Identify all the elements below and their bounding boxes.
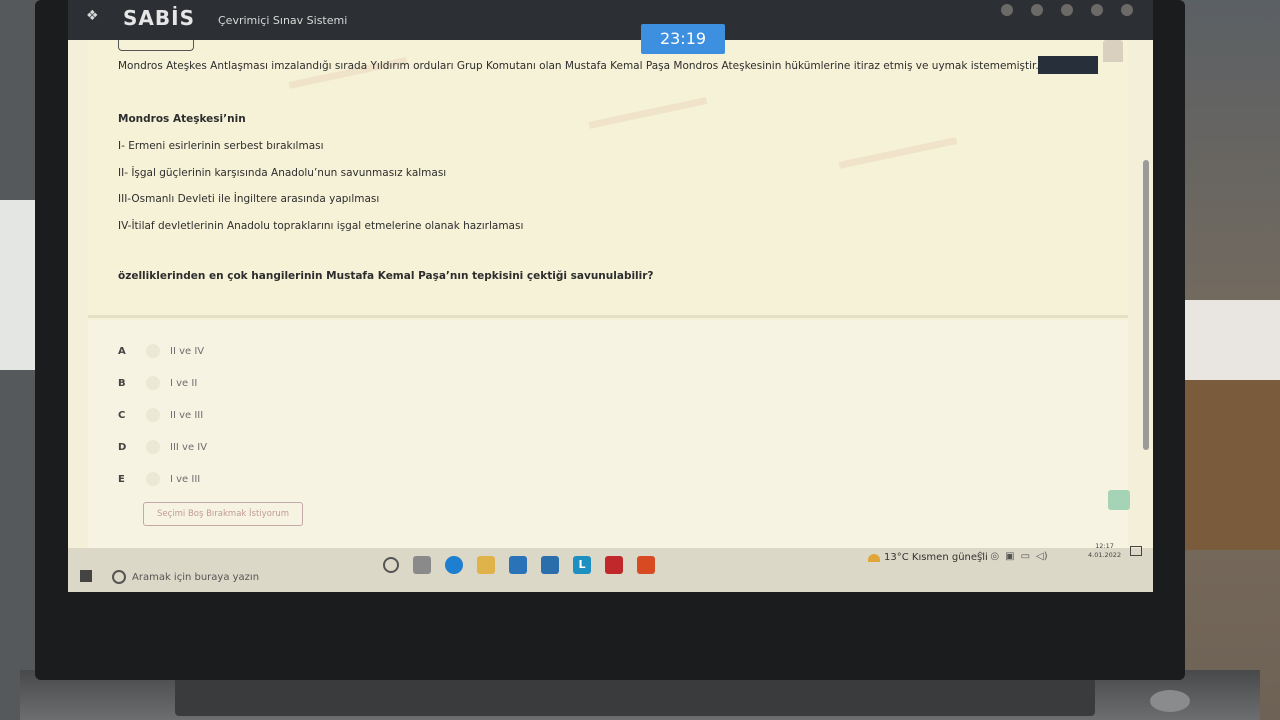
tray-app-icon[interactable]: ◎ — [990, 551, 999, 562]
option-letter: D — [118, 441, 127, 453]
option-text: II ve III — [170, 409, 204, 421]
search-icon — [112, 570, 126, 584]
mcafee-icon[interactable] — [605, 556, 623, 574]
taskbar: Aramak için buraya yazın L 13°C Kısmen g… — [68, 542, 1153, 592]
favorites-icon[interactable] — [1031, 4, 1043, 16]
option-a[interactable]: A II ve IV — [118, 344, 204, 358]
statement-4: IV-İtilaf devletlerinin Anadolu toprakla… — [118, 220, 524, 232]
option-letter: E — [118, 473, 125, 485]
user-menu-button[interactable] — [1038, 56, 1098, 74]
reading-mode-icon[interactable] — [1001, 4, 1013, 16]
option-letter: C — [118, 409, 126, 421]
weather-widget[interactable]: 13°C Kısmen güneşli — [868, 552, 988, 563]
laptop-hinge — [175, 676, 1095, 716]
globe-icon: ❖ — [86, 8, 99, 24]
clock-time: 12:17 — [1095, 542, 1114, 550]
option-d[interactable]: D III ve IV — [118, 440, 207, 454]
question-prompt: özelliklerinden en çok hangilerinin Must… — [118, 270, 654, 282]
chevron-up-icon[interactable]: ^ — [976, 551, 984, 562]
taskbar-search[interactable]: Aramak için buraya yazın — [112, 566, 342, 588]
app-logo[interactable]: SABİS — [123, 6, 195, 30]
file-explorer-icon[interactable] — [477, 556, 495, 574]
profile-icon[interactable] — [1091, 4, 1103, 16]
windows-start-icon[interactable] — [80, 570, 92, 582]
question-heading: Mondros Ateşkesi’nin — [118, 113, 246, 125]
watermark: ▒▒▒▒▒▒▒▒▒▒▒▒▒▒▒▒▒▒▒▒▒▒▒▒▒▒ — [838, 137, 958, 170]
battery-icon[interactable]: ▭ — [1021, 551, 1030, 562]
system-tray: ^ ◎ ▣ ▭ ◁) — [976, 551, 1048, 562]
taskbar-clock[interactable]: 12:17 4.01.2022 — [1088, 542, 1121, 560]
radio-button[interactable] — [146, 376, 160, 390]
statement-1: I- Ermeni esirlerinin serbest bırakılmas… — [118, 140, 324, 152]
option-text: III ve IV — [170, 441, 208, 453]
floating-action-button[interactable] — [1108, 490, 1130, 510]
avatar[interactable] — [1103, 40, 1123, 62]
radio-button[interactable] — [146, 344, 160, 358]
office-icon[interactable] — [637, 556, 655, 574]
option-e[interactable]: E I ve III — [118, 472, 200, 486]
book-right — [1180, 300, 1280, 380]
radio-button[interactable] — [146, 408, 160, 422]
paper-left — [0, 200, 36, 370]
book-right-brown — [1180, 380, 1280, 550]
store-icon[interactable] — [541, 556, 559, 574]
notification-icon[interactable] — [1130, 546, 1142, 556]
statement-3: III-Osmanlı Devleti ile İngiltere arasın… — [118, 193, 380, 205]
app-header: ❖ SABİS Çevrimiçi Sınav Sistemi — [68, 0, 1153, 40]
question-intro: Mondros Ateşkes Antlaşması imzalandığı s… — [118, 60, 1039, 72]
lms-app-icon[interactable]: L — [573, 556, 591, 574]
option-c[interactable]: C II ve III — [118, 408, 203, 422]
browser-toolbar — [1001, 4, 1133, 16]
radio-button[interactable] — [146, 440, 160, 454]
network-icon[interactable]: ▣ — [1005, 551, 1014, 562]
search-placeholder: Aramak için buraya yazın — [132, 571, 260, 583]
clear-selection-button[interactable]: Seçimi Boş Bırakmak İstiyorum — [143, 502, 303, 526]
option-letter: A — [118, 345, 126, 357]
exam-timer: 23:19 — [641, 24, 725, 54]
cortana-icon[interactable] — [383, 557, 399, 573]
option-letter: B — [118, 377, 126, 389]
question-divider — [88, 315, 1128, 318]
radio-button[interactable] — [146, 472, 160, 486]
scrollbar[interactable] — [1143, 160, 1149, 450]
more-icon[interactable] — [1121, 4, 1133, 16]
question-panel: ▒▒▒▒▒▒▒▒▒▒▒▒▒▒▒▒▒▒▒▒▒▒▒▒▒▒ ▒▒▒▒▒▒▒▒▒▒▒▒▒… — [88, 30, 1128, 320]
weather-text: 13°C Kısmen güneşli — [884, 552, 988, 563]
volume-icon[interactable]: ◁) — [1036, 551, 1048, 562]
task-view-icon[interactable] — [413, 556, 431, 574]
clock-date: 4.01.2022 — [1088, 551, 1122, 559]
taskbar-apps: L — [383, 556, 655, 574]
laptop-screen: ▒▒▒▒▒▒▒▒▒▒▒▒▒▒▒▒▒▒▒▒▒▒▒▒▒▒ ▒▒▒▒▒▒▒▒▒▒▒▒▒… — [68, 0, 1153, 592]
option-text: I ve III — [170, 473, 201, 485]
collections-icon[interactable] — [1061, 4, 1073, 16]
watermark: ▒▒▒▒▒▒▒▒▒▒▒▒▒▒▒▒▒▒▒▒▒▒▒▒▒▒ — [588, 97, 708, 130]
statement-2: II- İşgal güçlerinin karşısında Anadolu’… — [118, 167, 447, 179]
power-button — [1150, 690, 1190, 712]
system-title: Çevrimiçi Sınav Sistemi — [218, 14, 348, 27]
edge-icon[interactable] — [445, 556, 463, 574]
option-b[interactable]: B I ve II — [118, 376, 197, 390]
partly-sunny-icon — [868, 553, 880, 562]
answer-options: A II ve IV B I ve II C II ve III D III v… — [88, 320, 1128, 550]
option-text: I ve II — [170, 377, 198, 389]
option-text: II ve IV — [170, 345, 205, 357]
mail-icon[interactable] — [509, 556, 527, 574]
